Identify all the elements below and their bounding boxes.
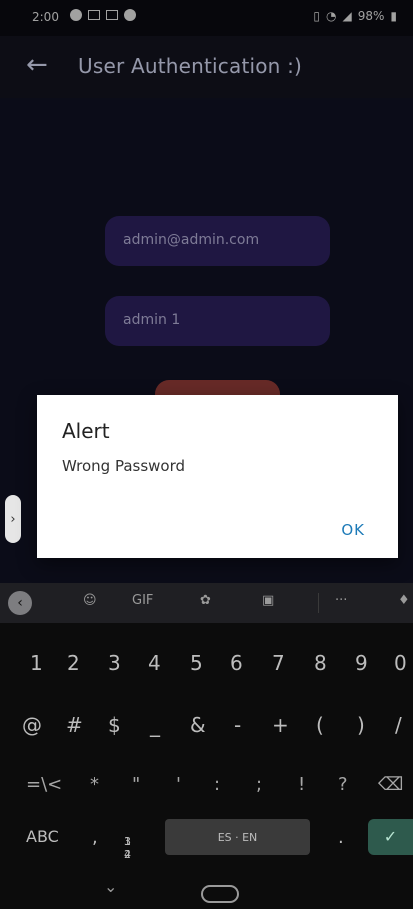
settings-icon[interactable]: ✿ <box>200 593 211 608</box>
period-key[interactable]: . <box>338 827 344 848</box>
side-panel-handle[interactable]: › <box>5 495 21 543</box>
navigation-bar: ⌄ <box>0 877 413 909</box>
alert-dialog: Alert Wrong Password OK <box>37 395 398 558</box>
key[interactable]: 4 <box>148 651 161 675</box>
key[interactable]: / <box>395 713 402 737</box>
numpad-bottom: 3 4 <box>124 835 131 861</box>
screen: 2:00 ▯ ◔ ◢ 98% ▮ ← User Authentication :… <box>0 0 413 909</box>
key[interactable]: $ <box>108 713 121 737</box>
translate-icon[interactable]: ▣ <box>262 593 274 608</box>
key[interactable]: ) <box>357 713 365 737</box>
home-pill[interactable] <box>201 885 239 903</box>
key[interactable]: 8 <box>314 651 327 675</box>
chevron-right-icon: › <box>10 511 16 527</box>
key[interactable]: ? <box>338 774 348 795</box>
abc-key[interactable]: ABC <box>26 827 59 846</box>
key[interactable]: 7 <box>272 651 285 675</box>
key[interactable]: - <box>234 713 241 737</box>
check-icon: ✓ <box>383 827 398 846</box>
key[interactable]: @ <box>22 713 42 737</box>
key[interactable]: ! <box>298 774 305 795</box>
more-options-icon[interactable]: ··· <box>335 593 347 608</box>
key[interactable]: : <box>214 774 220 795</box>
comma-key[interactable]: , <box>92 827 98 848</box>
ok-button[interactable]: OK <box>341 521 365 539</box>
key[interactable]: 5 <box>190 651 203 675</box>
microphone-icon[interactable]: ♦ <box>398 593 410 608</box>
key[interactable]: ; <box>256 774 262 795</box>
collapse-keyboard-icon[interactable]: ‹ <box>8 591 32 615</box>
soft-keyboard: ‹ ☺ GIF ✿ ▣ ··· ♦ 1 2 3 4 5 6 7 8 9 0 @ … <box>0 583 413 909</box>
sticker-icon[interactable]: ☺ <box>83 593 97 608</box>
dialog-title: Alert <box>62 419 110 443</box>
enter-key[interactable]: ✓ <box>368 819 413 855</box>
space-key[interactable]: ES · EN <box>165 819 310 855</box>
key[interactable]: + <box>272 713 289 737</box>
toolbar-divider <box>318 593 319 613</box>
key[interactable]: 9 <box>355 651 368 675</box>
bottom-key-row: ABC , 1 2 3 4 ES · EN . ✓ <box>0 819 413 869</box>
key[interactable]: ' <box>176 774 181 795</box>
key[interactable]: 6 <box>230 651 243 675</box>
nav-back-chevron-icon[interactable]: ⌄ <box>104 877 117 896</box>
key[interactable]: # <box>66 713 83 737</box>
key[interactable]: " <box>132 774 140 795</box>
key[interactable]: 2 <box>67 651 80 675</box>
symbol-row: @ # $ _ & - + ( ) / <box>0 705 413 745</box>
key[interactable]: 3 <box>108 651 121 675</box>
dialog-message: Wrong Password <box>62 457 186 475</box>
number-row: 1 2 3 4 5 6 7 8 9 0 <box>0 643 413 683</box>
key[interactable]: 0 <box>394 651 407 675</box>
backspace-icon[interactable]: ⌫ <box>378 774 403 795</box>
key[interactable]: _ <box>150 713 160 737</box>
key[interactable]: ( <box>316 713 324 737</box>
keyboard-toolbar: ‹ ☺ GIF ✿ ▣ ··· ♦ <box>0 583 413 623</box>
key[interactable]: * <box>90 774 99 795</box>
key[interactable]: =\< <box>26 774 62 795</box>
key[interactable]: & <box>190 713 206 737</box>
key[interactable]: 1 <box>30 651 43 675</box>
gif-button[interactable]: GIF <box>132 593 153 608</box>
symbol-row-2: =\< * " ' : ; ! ? ⌫ <box>0 766 413 806</box>
